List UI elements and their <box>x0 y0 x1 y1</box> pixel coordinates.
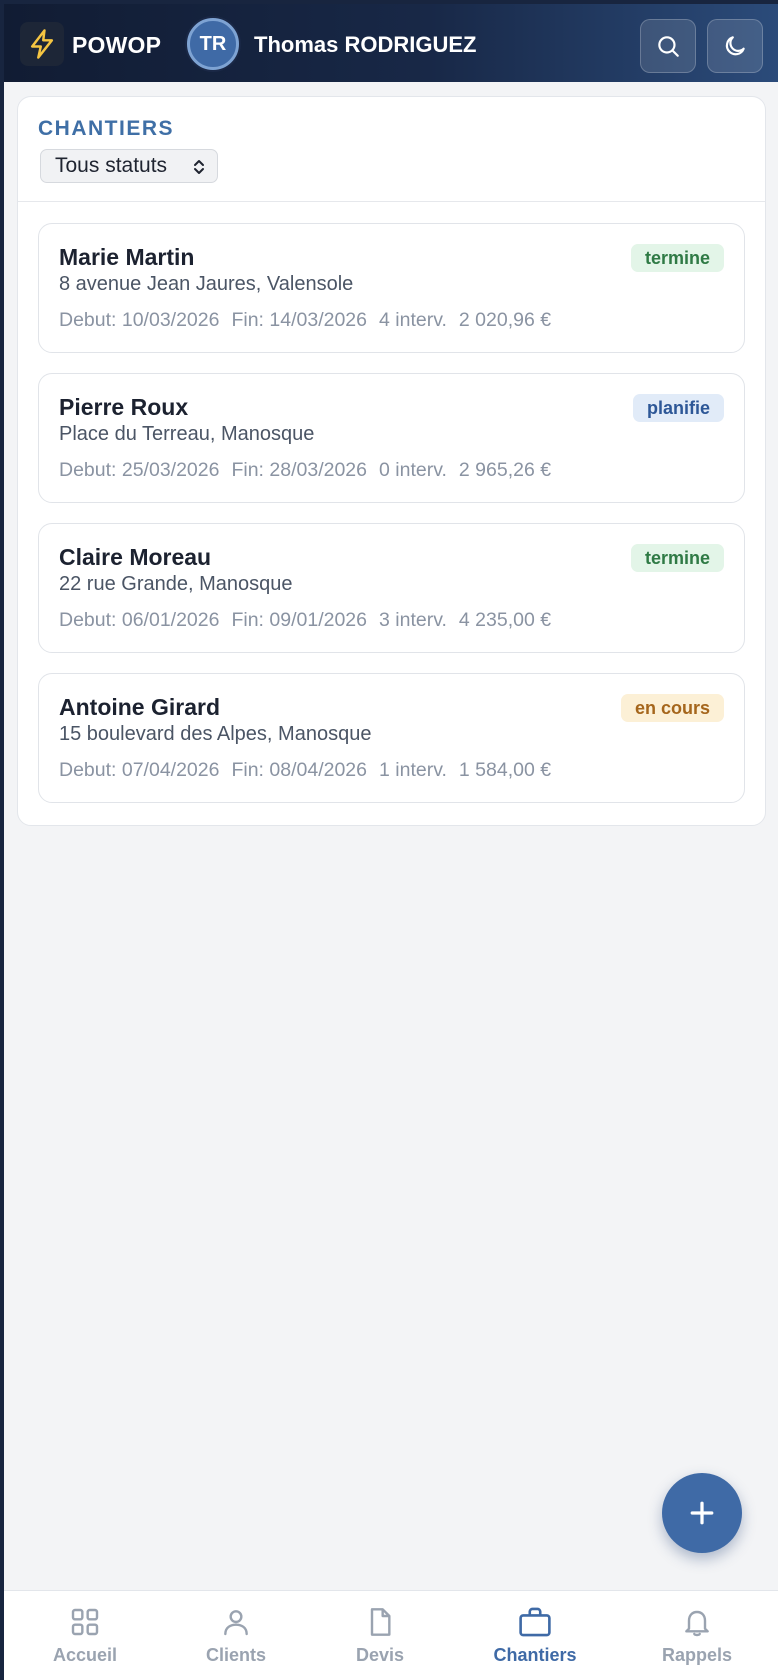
client-name: Antoine Girard <box>59 694 221 720</box>
chantier-card[interactable]: Marie Martin 8 avenue Jean Jaures, Valen… <box>38 223 745 353</box>
start-date: Debut: 10/03/2026 <box>59 309 220 331</box>
briefcase-icon <box>519 1607 551 1637</box>
nav-item-clients[interactable]: Clients <box>166 1591 306 1680</box>
status-badge: en cours <box>620 694 724 722</box>
chantier-meta: Debut: 25/03/2026 Fin: 28/03/2026 0 interv… <box>59 459 563 482</box>
theme-toggle-button[interactable] <box>707 19 763 73</box>
intervention-count: 0 interv. <box>379 459 447 481</box>
amount: 1 584,00 € <box>458 759 552 781</box>
nav-item-chantiers[interactable]: Chantiers <box>465 1591 605 1680</box>
start-date: Debut: 06/01/2026 <box>59 609 220 631</box>
user-name: Thomas RODRIGUEZ <box>254 32 477 57</box>
intervention-count: 4 interv. <box>379 309 447 331</box>
amount: 2 965,26 € <box>458 459 552 481</box>
document-icon <box>370 1608 391 1636</box>
nav-item-rappels[interactable]: Rappels <box>627 1591 767 1680</box>
chantier-address: Place du Terreau, Manosque <box>59 423 315 445</box>
nav-item-accueil[interactable]: Accueil <box>15 1591 155 1680</box>
moon-icon <box>725 36 745 56</box>
bell-icon <box>685 1610 709 1637</box>
bottom-nav: Accueil Clients Devis Chantiers Rappels <box>4 1590 778 1680</box>
chantier-address: 15 boulevard des Alpes, Manosque <box>59 723 372 745</box>
start-date: Debut: 25/03/2026 <box>59 459 220 481</box>
status-badge: termine <box>630 244 724 272</box>
search-icon <box>658 36 679 57</box>
nav-label: Accueil <box>52 1645 118 1665</box>
add-chantier-button[interactable] <box>662 1473 742 1553</box>
start-date: Debut: 07/04/2026 <box>59 759 220 781</box>
amount: 4 235,00 € <box>458 609 552 631</box>
amount: 2 020,96 € <box>458 309 552 331</box>
client-name: Marie Martin <box>59 244 195 270</box>
end-date: Fin: 28/03/2026 <box>231 459 367 481</box>
nav-item-devis[interactable]: Devis <box>310 1591 450 1680</box>
grid-icon <box>71 1608 99 1636</box>
chantier-meta: Debut: 06/01/2026 Fin: 09/01/2026 3 interv… <box>59 609 563 632</box>
nav-label: Chantiers <box>493 1645 577 1665</box>
brand-name: POWOP <box>72 32 162 58</box>
user-icon <box>224 1610 248 1636</box>
panel-header: CHANTIERS Tous statuts <box>18 97 765 202</box>
status-badge: planifie <box>632 394 724 422</box>
chantier-address: 22 rue Grande, Manosque <box>59 573 293 595</box>
status-badge: termine <box>630 544 724 572</box>
top-header: POWOP TR Thomas RODRIGUEZ <box>4 4 778 82</box>
nav-label: Rappels <box>661 1645 733 1665</box>
app-screen: POWOP TR Thomas RODRIGUEZ CHANTIERS Tous… <box>4 4 778 1680</box>
chantier-card[interactable]: Antoine Girard 15 boulevard des Alpes, M… <box>38 673 745 803</box>
nav-label: Devis <box>355 1645 405 1665</box>
nav-label: Clients <box>205 1645 266 1665</box>
intervention-count: 3 interv. <box>379 609 447 631</box>
end-date: Fin: 08/04/2026 <box>231 759 367 781</box>
search-button[interactable] <box>640 19 696 73</box>
client-name: Pierre Roux <box>59 394 189 420</box>
chantiers-panel: CHANTIERS Tous statuts Marie Martin 8 av… <box>17 96 766 826</box>
chantier-meta: Debut: 10/03/2026 Fin: 14/03/2026 4 interv… <box>59 309 563 332</box>
section-title: CHANTIERS <box>38 117 175 140</box>
chantier-address: 8 avenue Jean Jaures, Valensole <box>59 273 354 295</box>
bolt-logo-icon <box>20 22 64 66</box>
user-avatar[interactable]: TR <box>187 18 239 70</box>
plus-icon <box>690 1501 714 1525</box>
end-date: Fin: 09/01/2026 <box>231 609 367 631</box>
chantier-meta: Debut: 07/04/2026 Fin: 08/04/2026 1 interv… <box>59 759 563 782</box>
chantier-card[interactable]: Claire Moreau 22 rue Grande, Manosque De… <box>38 523 745 653</box>
intervention-count: 1 interv. <box>379 759 447 781</box>
status-filter-select[interactable]: Tous statuts <box>40 149 218 183</box>
updown-chevron-icon <box>194 160 204 174</box>
chantier-card[interactable]: Pierre Roux Place du Terreau, Manosque D… <box>38 373 745 503</box>
client-name: Claire Moreau <box>59 544 212 570</box>
status-filter-value: Tous statuts <box>55 154 168 177</box>
end-date: Fin: 14/03/2026 <box>231 309 367 331</box>
